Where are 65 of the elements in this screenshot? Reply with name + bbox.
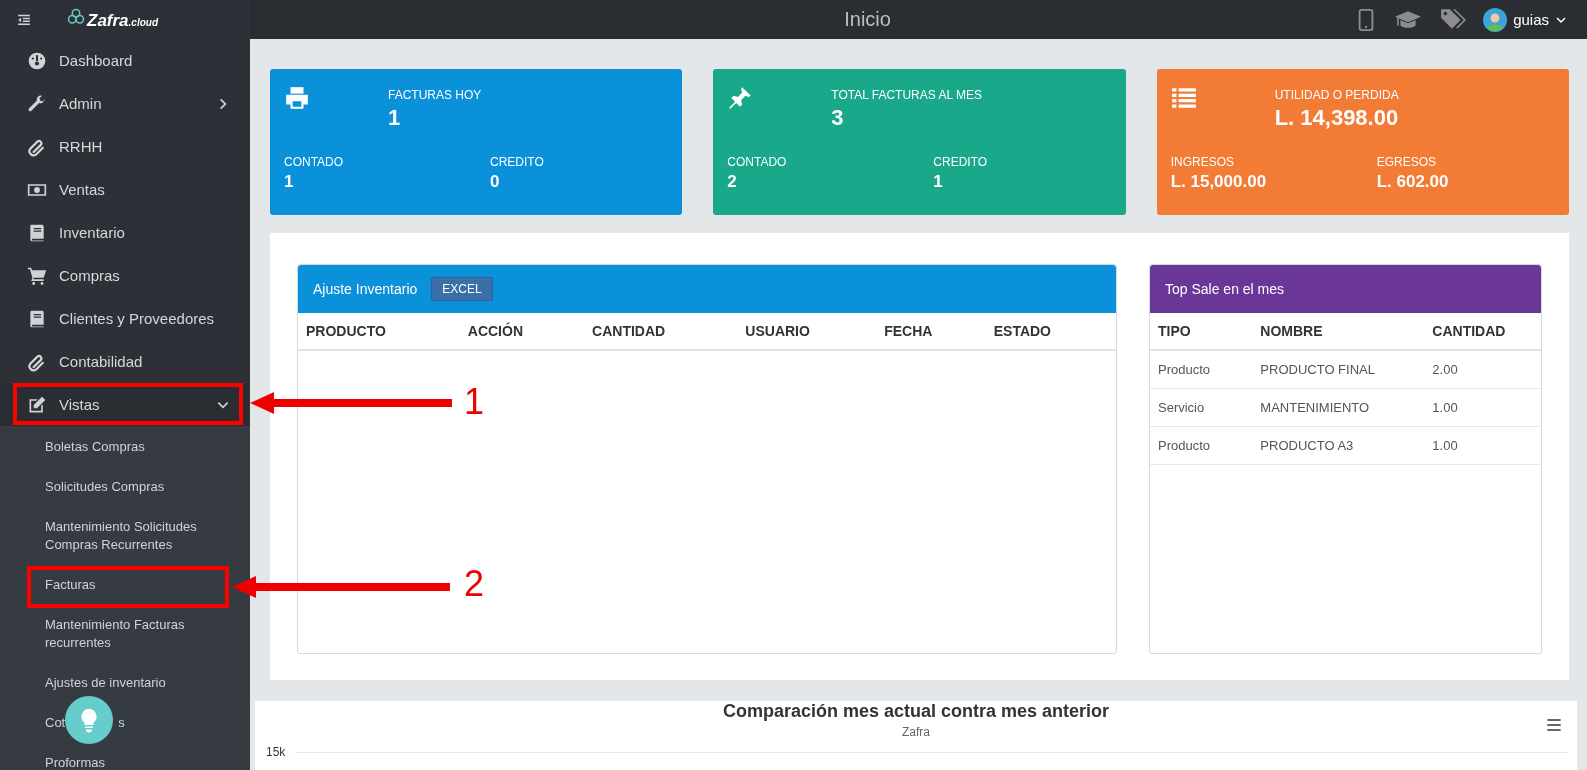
column-header: ACCIÓN [459, 313, 585, 350]
column-header: USUARIO [737, 313, 877, 350]
axis-tick-label: 15k [266, 745, 286, 759]
column-header: CANTIDAD [1424, 313, 1541, 350]
sidebar-item[interactable]: Inventario [0, 211, 250, 254]
table-cell: Servicio [1150, 388, 1253, 427]
card-title: TOTAL FACTURAS AL MES [831, 88, 983, 102]
stat-label: CREDITO [933, 155, 989, 169]
submenu-item[interactable]: Ajustes de inventario [45, 674, 166, 692]
card-title: UTILIDAD O PERDIDA [1274, 88, 1399, 102]
stat-value: 0 [490, 172, 501, 192]
stat-label: INGRESOS [1170, 155, 1235, 169]
sidebar-item[interactable]: Dashboard [0, 39, 250, 82]
annotation-number: 1 [464, 384, 485, 420]
column-header: CANTIDAD [584, 313, 738, 350]
card-value: L. 14,398.00 [1274, 105, 1399, 131]
table-cell: PRODUCTO FINAL [1252, 350, 1425, 389]
stat-value: L. 602.00 [1376, 172, 1450, 192]
table-cell: Producto [1150, 350, 1253, 389]
table-cell: 1.00 [1424, 388, 1541, 427]
panel-title: Ajuste Inventario [313, 281, 418, 297]
stat-value: 2 [727, 172, 738, 192]
card-title: FACTURAS HOY [388, 88, 482, 102]
annotation-number: 2 [464, 566, 485, 602]
submenu-item[interactable]: Facturas [45, 576, 96, 594]
submenu-item[interactable]: Solicitudes Compras [45, 478, 165, 496]
submenu-item[interactable]: Boletas Compras [45, 438, 145, 456]
stat-value: 1 [284, 172, 295, 192]
chart-subtitle: Zafra [902, 725, 930, 739]
user-menu[interactable]: guias [1483, 7, 1567, 32]
column-header: PRODUCTO [298, 313, 460, 350]
stat-value: L. 15,000.00 [1170, 172, 1268, 192]
stat-value: 1 [933, 172, 944, 192]
logo-suffix: .cloud [128, 17, 159, 28]
card-value: 1 [388, 105, 402, 131]
column-header: TIPO [1150, 313, 1253, 350]
chart-title: Comparación mes actual contra mes anterior [722, 701, 1110, 722]
page-title: Inicio [843, 8, 892, 31]
table-cell: PRODUCTO A3 [1252, 426, 1425, 465]
column-header: NOMBRE [1252, 313, 1425, 350]
sidebar-item[interactable]: RRHH [0, 125, 250, 168]
logo-text: Zafra [87, 11, 129, 31]
stat-label: CONTADO [727, 155, 788, 169]
sidebar-item[interactable]: Compras [0, 254, 250, 297]
stat-label: CONTADO [284, 155, 345, 169]
stat-label: EGRESOS [1376, 155, 1437, 169]
sidebar-item[interactable]: Contabilidad [0, 340, 250, 383]
submenu-item-end: s [118, 714, 125, 732]
submenu-item[interactable]: Mantenimiento Solicitudes Compras Recurrentes [45, 518, 225, 554]
submenu-item[interactable]: Cot [45, 714, 66, 732]
column-header: ESTADO [985, 313, 1116, 350]
card-value: 3 [831, 105, 845, 131]
submenu-item[interactable]: Mantenimiento Facturas recurrentes [45, 616, 225, 652]
table-cell: Producto [1150, 426, 1253, 465]
sidebar-item[interactable]: Ventas [0, 168, 250, 211]
table-cell: MANTENIMIENTO [1252, 388, 1425, 427]
column-header: FECHA [876, 313, 986, 350]
stat-label: CREDITO [490, 155, 545, 169]
panel-title: Top Sale en el mes [1165, 281, 1285, 297]
sidebar-item[interactable]: Clientes y Proveedores [0, 297, 250, 340]
sidebar-item[interactable]: Admin [0, 82, 250, 125]
table-cell: 2.00 [1424, 350, 1541, 389]
submenu-item[interactable]: Proformas [45, 754, 105, 770]
excel-button[interactable]: EXCEL [431, 277, 493, 301]
table-cell: 1.00 [1424, 426, 1541, 465]
